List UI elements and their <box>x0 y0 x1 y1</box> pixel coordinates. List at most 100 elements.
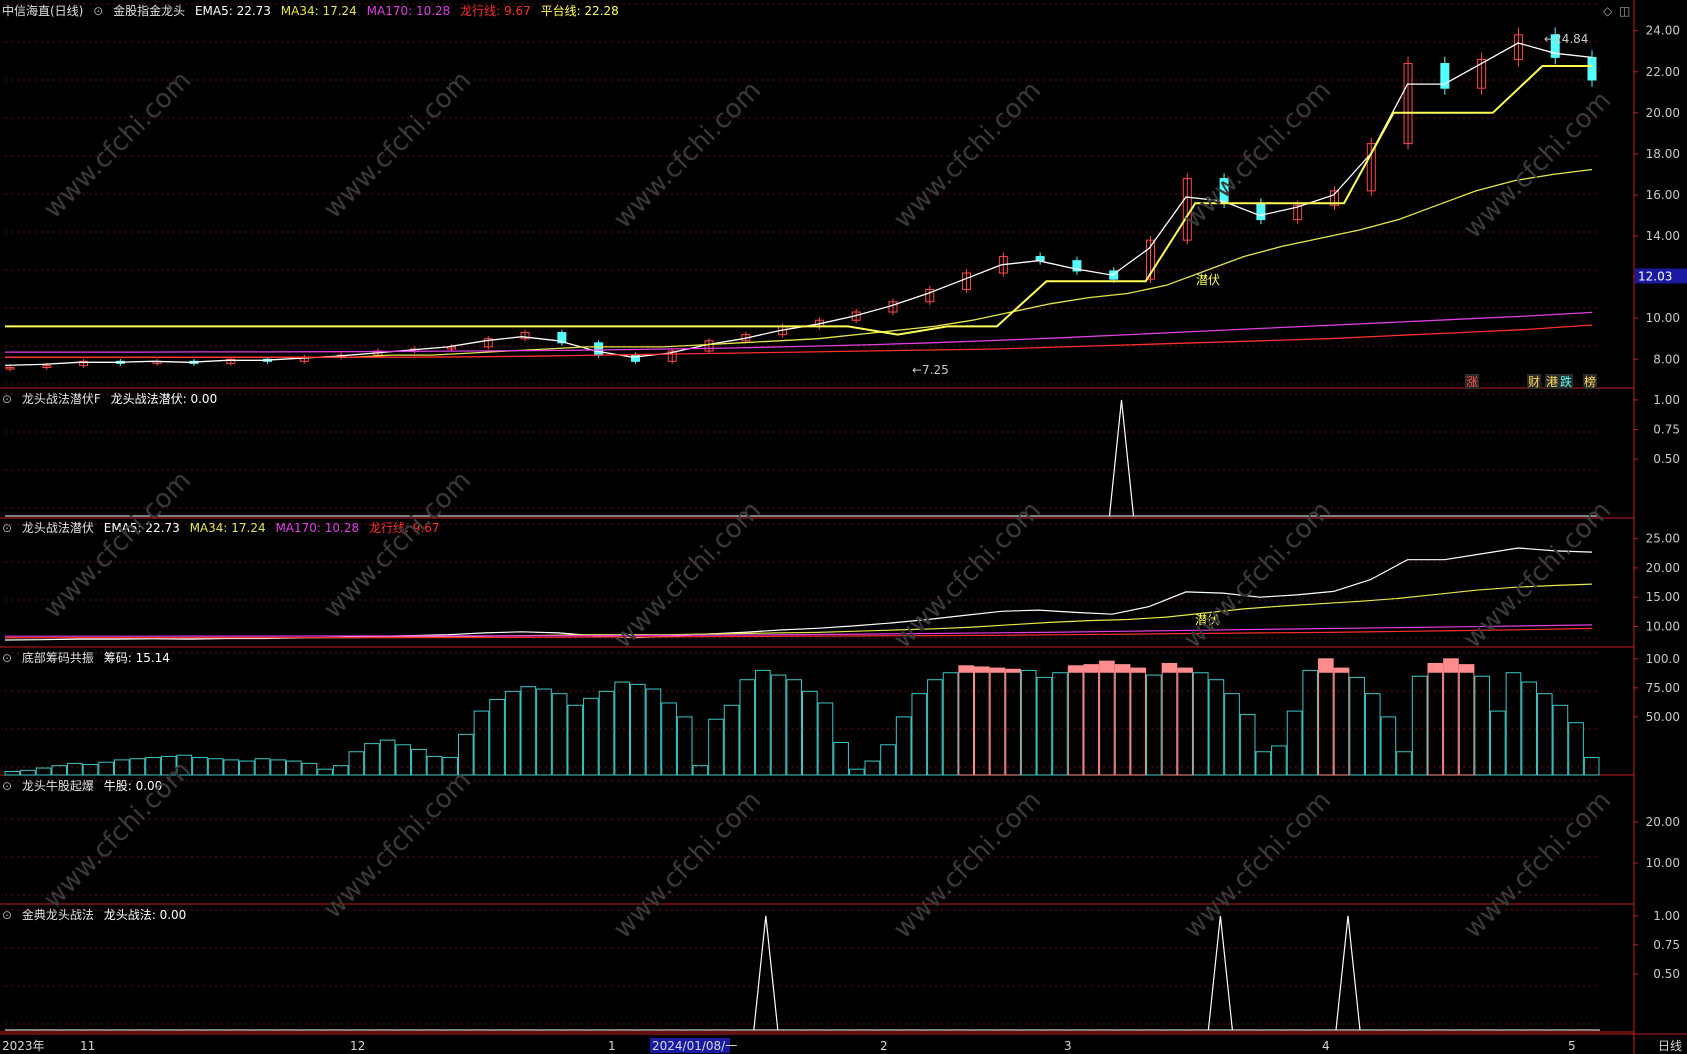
chouma-bar-top <box>1068 665 1083 673</box>
panel3-longxing: 龙行线: 9.67 <box>368 521 440 535</box>
diamond-icon[interactable]: ◇ <box>1603 4 1612 18</box>
qianfu-annotation: 潜伏 <box>1196 273 1220 287</box>
y-tick-label: 10.00 <box>1646 620 1680 634</box>
panel5-header: ⊙ 龙头牛股起爆 牛股: 0.00 <box>2 778 168 794</box>
chouma-bar <box>1536 693 1553 776</box>
panel3-header: ⊙ 龙头战法潜伏 EMA5: 22.73 MA34: 17.24 MA170: … <box>2 520 446 536</box>
chouma-bar <box>239 760 255 776</box>
chouma-bar <box>942 672 959 776</box>
chouma-bar-top <box>1162 663 1177 673</box>
badge-3: 跌 <box>1560 374 1572 389</box>
badge-0: 涨 <box>1466 374 1478 389</box>
chouma-bar <box>1490 710 1506 776</box>
chouma-bar <box>192 757 208 776</box>
chouma-bar <box>1177 667 1193 776</box>
chouma-bar <box>880 744 896 776</box>
panel2-name[interactable]: 龙头战法潜伏F <box>22 392 101 406</box>
chouma-bar <box>927 679 943 776</box>
panel3-name[interactable]: 龙头战法潜伏 <box>22 521 94 535</box>
chouma-bar-top <box>990 668 1005 673</box>
panel2-header: ⊙ 龙头战法潜伏F 龙头战法潜伏: 0.00 <box>2 391 223 407</box>
chouma-bar <box>989 667 1006 776</box>
chouma-bar <box>1052 672 1068 776</box>
current-price-label: 12.03 <box>1638 269 1672 283</box>
high-price-label: ←24.84 <box>1544 32 1588 46</box>
chouma-bar <box>598 690 615 776</box>
x-axis-label: 11 <box>80 1039 95 1053</box>
chouma-bar <box>583 697 599 776</box>
chouma-bar <box>473 710 490 776</box>
chouma-bar <box>786 679 802 776</box>
chouma-bar <box>1114 664 1131 776</box>
y-tick-label: 18.00 <box>1646 147 1680 161</box>
panel5-value: 牛股: 0.00 <box>103 779 163 793</box>
chouma-bar <box>520 686 537 776</box>
x-axis-label: 12 <box>350 1039 365 1053</box>
chouma-bar <box>833 741 849 776</box>
x-axis-label: 1 <box>608 1039 616 1053</box>
chouma-bar <box>504 690 521 776</box>
chouma-bar <box>676 716 693 776</box>
y-tick-label: 20.00 <box>1646 106 1680 120</box>
chouma-bar <box>1349 676 1365 776</box>
signal-peak <box>1108 399 1135 517</box>
panel4-name[interactable]: 底部筹码共振 <box>22 651 94 665</box>
chouma-bar <box>802 690 818 776</box>
chouma-bar <box>1208 679 1225 776</box>
signal-peak <box>1207 915 1233 1031</box>
chouma-bar-top <box>1427 663 1443 673</box>
panel6-circle-icon[interactable]: ⊙ <box>2 908 12 922</box>
y-tick-label: 20.00 <box>1646 815 1680 829</box>
y-tick-label: 0.75 <box>1653 422 1680 436</box>
x-axis-label: 2024/01/08/一 <box>652 1039 737 1053</box>
chouma-bar <box>723 704 740 776</box>
chouma-bar-top <box>1443 658 1459 673</box>
period-label: 日线 <box>1658 1039 1682 1053</box>
chouma-bar <box>911 693 928 776</box>
y-tick-label: 0.50 <box>1653 967 1680 981</box>
x-axis-label: 3 <box>1064 1039 1072 1053</box>
candle-body <box>594 342 604 356</box>
chouma-bar <box>1239 714 1256 776</box>
y-tick-label: 0.50 <box>1653 452 1680 466</box>
chouma-bar <box>489 698 505 776</box>
chouma-bar <box>848 768 865 776</box>
chouma-bar <box>864 760 881 776</box>
chouma-bar <box>1396 751 1412 776</box>
stock-title[interactable]: 中信海直(日线) <box>2 4 83 18</box>
panel6-header: ⊙ 金典龙头战法 龙头战法: 0.00 <box>2 907 192 923</box>
panel3-circle-icon[interactable]: ⊙ <box>2 521 12 535</box>
main-panel-header: 中信海直(日线) ⊙ 金股指金龙头 EMA5: 22.73 MA34: 17.2… <box>2 3 625 19</box>
chouma-bar-top <box>1459 664 1474 673</box>
y-tick-label: 100.0 <box>1646 652 1680 666</box>
panel5-circle-icon[interactable]: ⊙ <box>2 779 12 793</box>
panel5-name[interactable]: 龙头牛股起爆 <box>22 779 94 793</box>
chouma-bar <box>1302 669 1319 776</box>
panel4-circle-icon[interactable]: ⊙ <box>2 651 12 665</box>
panel6-name[interactable]: 金典龙头战法 <box>22 908 94 922</box>
signal-peak <box>1335 915 1361 1031</box>
y-tick-label: 22.00 <box>1646 65 1680 79</box>
indicator-name[interactable]: 金股指金龙头 <box>113 4 185 18</box>
indicator-circle-icon[interactable]: ⊙ <box>93 4 103 18</box>
window-icon[interactable]: ◫ <box>1619 4 1630 18</box>
chouma-bar-top <box>1115 664 1130 673</box>
chouma-bar-top <box>1177 668 1193 673</box>
chouma-bar <box>270 759 286 776</box>
y-tick-label: 10.00 <box>1646 311 1680 325</box>
series-line-平台线 <box>5 65 1592 336</box>
chouma-bar <box>1083 664 1100 776</box>
panel2-circle-icon[interactable]: ⊙ <box>2 392 12 406</box>
chouma-bar <box>35 767 52 776</box>
y-tick-label: 75.00 <box>1646 681 1680 695</box>
chouma-bar <box>395 744 412 776</box>
chouma-bar <box>364 743 380 776</box>
chouma-bar <box>1568 722 1584 776</box>
badge-4: 榜 <box>1584 374 1596 389</box>
ema5-label: EMA5: 22.73 <box>194 4 271 18</box>
chouma-bar <box>285 760 302 776</box>
y-tick-label: 15.00 <box>1646 590 1680 604</box>
y-tick-label: 8.00 <box>1653 352 1680 366</box>
chouma-bar-top <box>1005 669 1021 673</box>
candle-body <box>1035 256 1045 262</box>
